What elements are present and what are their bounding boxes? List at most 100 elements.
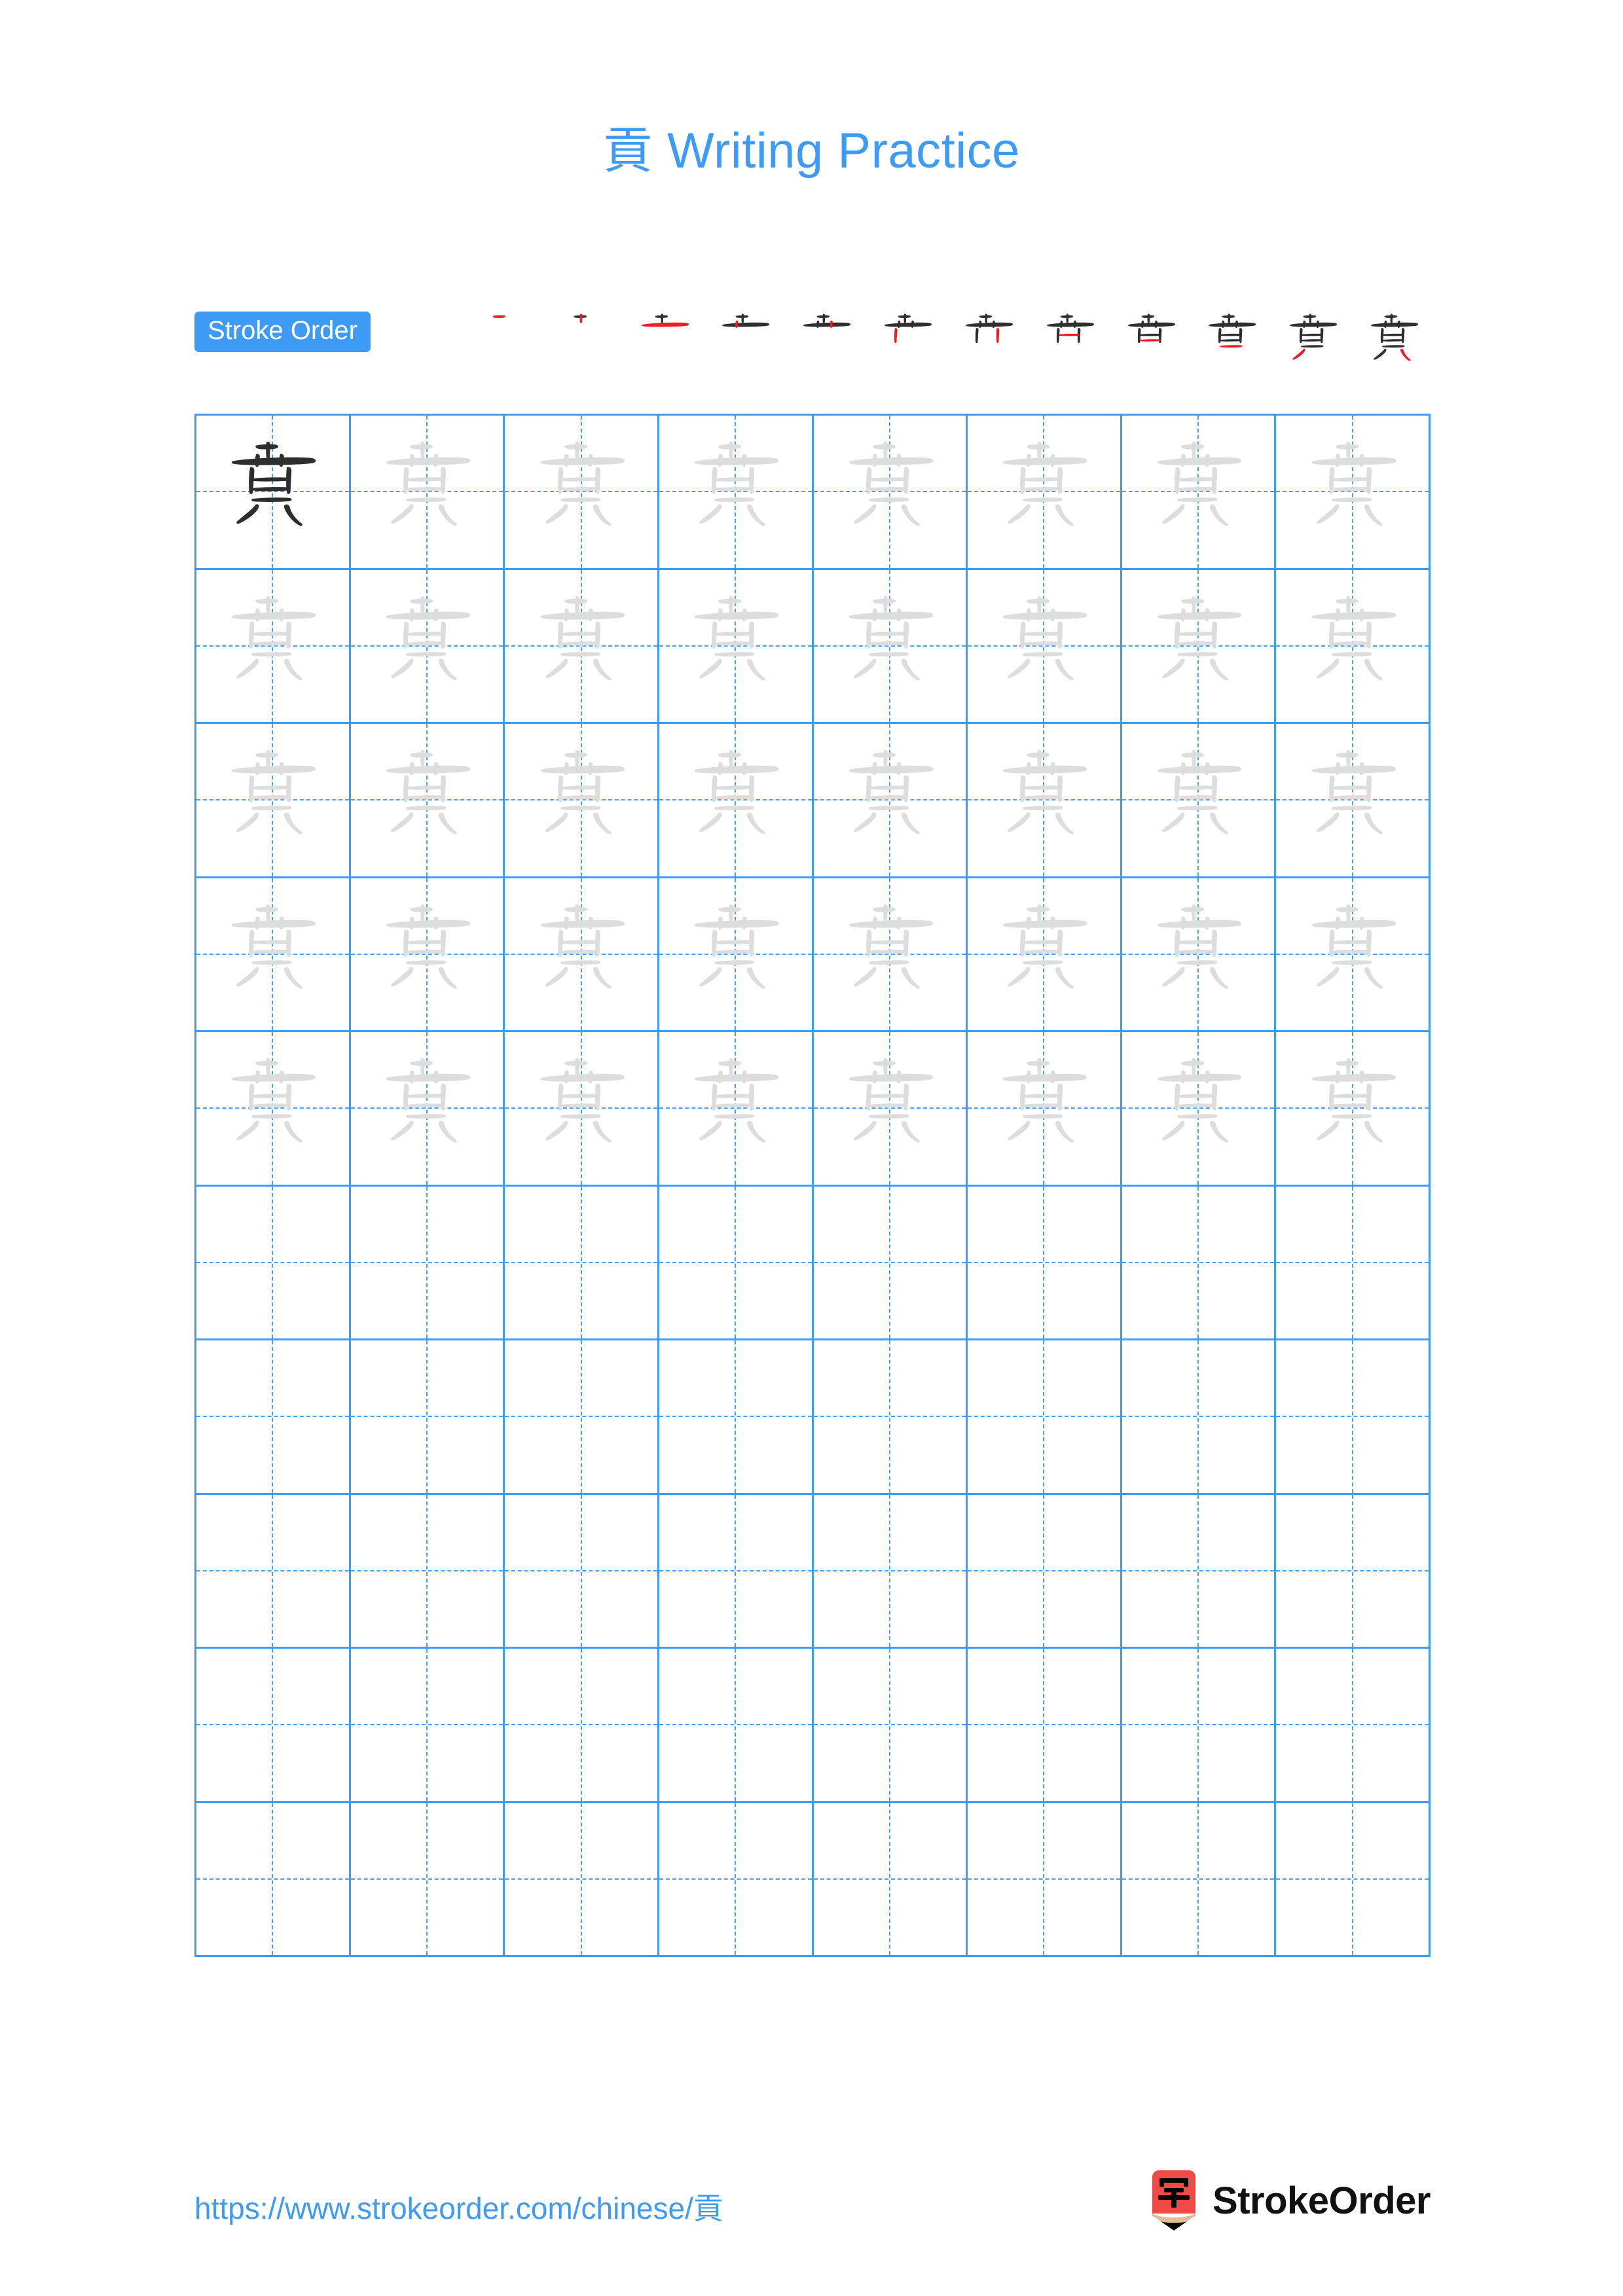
stroke-order-step-12 <box>1357 305 1431 378</box>
character-glyph <box>351 878 503 1031</box>
character-glyph <box>659 416 812 568</box>
practice-cell-trace[interactable] <box>659 416 814 570</box>
practice-cell-trace[interactable] <box>1122 878 1277 1032</box>
stroke-order-step-5 <box>790 305 863 378</box>
practice-cell-trace[interactable] <box>968 1032 1122 1187</box>
practice-cell-trace[interactable] <box>1122 724 1277 878</box>
footer-url-link[interactable]: https://www.strokeorder.com/chinese/貢 <box>194 2185 723 2228</box>
practice-cell-blank[interactable] <box>350 1340 505 1495</box>
practice-cell-blank[interactable] <box>659 1186 814 1340</box>
practice-cell-blank[interactable] <box>1276 1186 1431 1340</box>
practice-cell-blank[interactable] <box>659 1494 814 1649</box>
practice-cell-blank[interactable] <box>1276 1494 1431 1649</box>
practice-cell-trace[interactable] <box>813 1032 968 1187</box>
practice-cell-blank[interactable] <box>1122 1494 1277 1649</box>
practice-cell-trace[interactable] <box>659 1032 814 1187</box>
character-glyph <box>351 570 503 723</box>
practice-cell-trace[interactable] <box>968 878 1122 1032</box>
practice-cell-trace[interactable] <box>1276 569 1431 724</box>
practice-cell-blank[interactable] <box>350 1494 505 1649</box>
character-glyph <box>351 416 503 568</box>
practice-cell-blank[interactable] <box>1122 1340 1277 1495</box>
practice-cell-blank[interactable] <box>813 1649 968 1803</box>
brand-logo[interactable]: StrokeOrder <box>1150 2170 1431 2231</box>
practice-cell-trace[interactable] <box>505 724 659 878</box>
stroke-order-section: Stroke Order <box>194 300 1431 378</box>
practice-cell-blank[interactable] <box>813 1186 968 1340</box>
character-glyph <box>659 570 812 723</box>
practice-cell-blank[interactable] <box>813 1340 968 1495</box>
practice-cell-blank[interactable] <box>350 1186 505 1340</box>
practice-cell-trace[interactable] <box>968 724 1122 878</box>
practice-cell-blank[interactable] <box>505 1803 659 1957</box>
practice-cell-trace[interactable] <box>350 1032 505 1187</box>
practice-cell-trace[interactable] <box>196 569 351 724</box>
practice-cell-blank[interactable] <box>505 1186 659 1340</box>
practice-cell-trace[interactable] <box>1276 878 1431 1032</box>
practice-cell-trace[interactable] <box>1276 724 1431 878</box>
practice-cell-blank[interactable] <box>813 1803 968 1957</box>
practice-cell-trace[interactable] <box>1276 416 1431 570</box>
character-glyph <box>196 724 349 876</box>
practice-cell-trace[interactable] <box>350 569 505 724</box>
practice-cell-trace[interactable] <box>968 569 1122 724</box>
practice-cell-trace[interactable] <box>1122 569 1277 724</box>
character-glyph <box>814 570 966 723</box>
practice-cell-trace[interactable] <box>1276 1032 1431 1187</box>
practice-cell-trace[interactable] <box>1122 416 1277 570</box>
practice-cell-blank[interactable] <box>968 1186 1122 1340</box>
practice-cell-blank[interactable] <box>196 1803 351 1957</box>
practice-cell-blank[interactable] <box>659 1803 814 1957</box>
practice-cell-model[interactable] <box>196 416 351 570</box>
practice-cell-blank[interactable] <box>813 1494 968 1649</box>
practice-cell-blank[interactable] <box>1122 1649 1277 1803</box>
practice-cell-blank[interactable] <box>196 1649 351 1803</box>
practice-cell-trace[interactable] <box>350 416 505 570</box>
practice-cell-blank[interactable] <box>659 1340 814 1495</box>
practice-cell-blank[interactable] <box>1276 1803 1431 1957</box>
practice-cell-trace[interactable] <box>350 878 505 1032</box>
practice-cell-trace[interactable] <box>659 878 814 1032</box>
practice-cell-blank[interactable] <box>968 1803 1122 1957</box>
practice-cell-trace[interactable] <box>505 878 659 1032</box>
practice-cell-trace[interactable] <box>813 724 968 878</box>
practice-cell-blank[interactable] <box>659 1649 814 1803</box>
character-glyph <box>1122 570 1275 723</box>
practice-cell-blank[interactable] <box>196 1494 351 1649</box>
character-glyph <box>1276 878 1429 1031</box>
practice-cell-trace[interactable] <box>813 569 968 724</box>
practice-cell-trace[interactable] <box>196 724 351 878</box>
practice-cell-blank[interactable] <box>350 1803 505 1957</box>
practice-cell-blank[interactable] <box>968 1340 1122 1495</box>
practice-cell-blank[interactable] <box>1276 1649 1431 1803</box>
character-glyph <box>1276 416 1429 568</box>
practice-cell-blank[interactable] <box>196 1340 351 1495</box>
practice-cell-blank[interactable] <box>1276 1340 1431 1495</box>
practice-cell-blank[interactable] <box>968 1649 1122 1803</box>
practice-cell-trace[interactable] <box>505 569 659 724</box>
practice-cell-trace[interactable] <box>196 1032 351 1187</box>
practice-cell-trace[interactable] <box>505 1032 659 1187</box>
practice-cell-trace[interactable] <box>659 569 814 724</box>
practice-cell-blank[interactable] <box>968 1494 1122 1649</box>
practice-cell-trace[interactable] <box>813 878 968 1032</box>
practice-cell-blank[interactable] <box>196 1186 351 1340</box>
character-glyph <box>814 416 966 568</box>
practice-cell-blank[interactable] <box>505 1649 659 1803</box>
practice-cell-trace[interactable] <box>196 878 351 1032</box>
character-glyph <box>351 724 503 876</box>
stroke-order-step-1 <box>465 305 539 378</box>
practice-cell-trace[interactable] <box>1122 1032 1277 1187</box>
practice-cell-trace[interactable] <box>659 724 814 878</box>
character-glyph <box>1122 416 1275 568</box>
practice-cell-blank[interactable] <box>1122 1186 1277 1340</box>
practice-cell-blank[interactable] <box>505 1494 659 1649</box>
practice-cell-trace[interactable] <box>813 416 968 570</box>
practice-cell-blank[interactable] <box>350 1649 505 1803</box>
practice-cell-blank[interactable] <box>505 1340 659 1495</box>
practice-cell-blank[interactable] <box>1122 1803 1277 1957</box>
practice-cell-trace[interactable] <box>505 416 659 570</box>
brand-name-text: StrokeOrder <box>1213 2179 1431 2222</box>
practice-cell-trace[interactable] <box>968 416 1122 570</box>
practice-cell-trace[interactable] <box>350 724 505 878</box>
